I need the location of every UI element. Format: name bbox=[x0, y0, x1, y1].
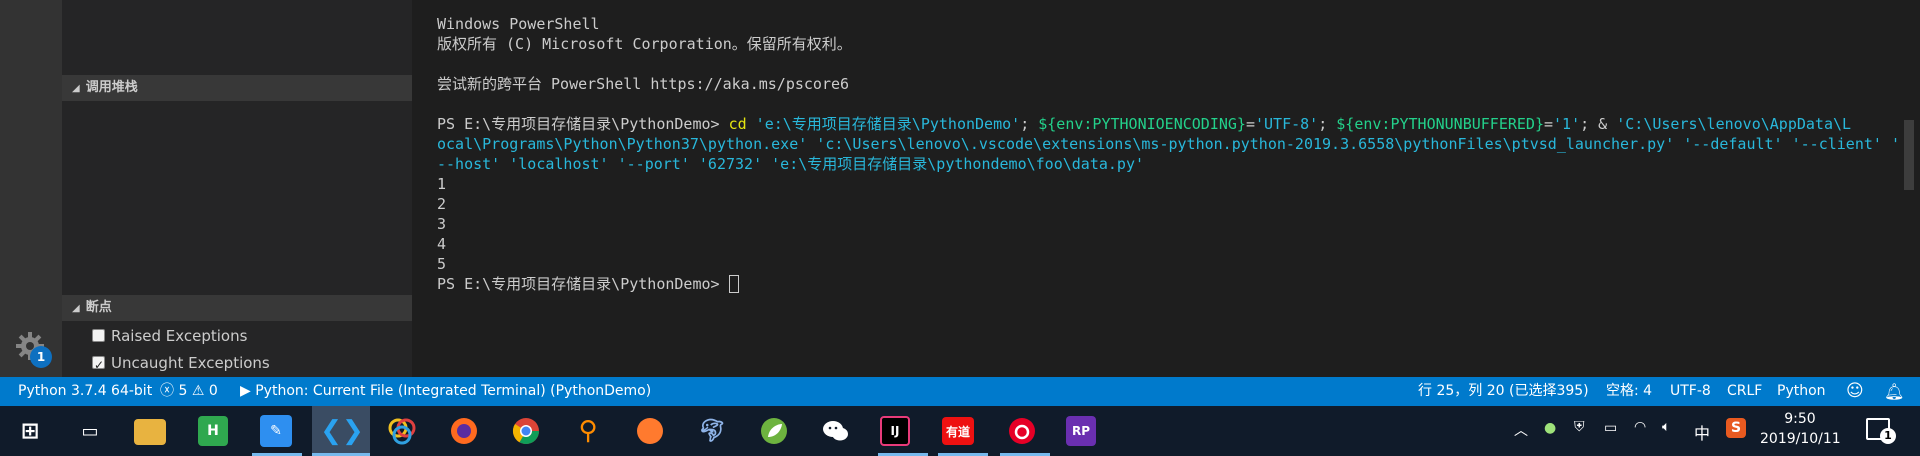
breakpoints-title: 断点 bbox=[85, 300, 112, 315]
cmd-cd: cd bbox=[728, 115, 747, 133]
breakpoints-header[interactable]: ◢ 断点 bbox=[62, 295, 412, 321]
terminal-line: Windows PowerShell bbox=[437, 15, 600, 33]
chevron-down-icon: ◢ bbox=[72, 303, 80, 314]
cmd-env-var: ${env:PYTHONUNBUFFERED} bbox=[1336, 115, 1544, 133]
run-config-label: Python: Current File (Integrated Termina… bbox=[255, 383, 652, 399]
cmd-sep: ; & bbox=[1580, 115, 1617, 133]
terminal-output: 4 bbox=[437, 235, 447, 253]
leaf-app-icon[interactable] bbox=[756, 413, 792, 449]
terminal-scrollbar[interactable] bbox=[1904, 120, 1914, 190]
breakpoint-uncaught-exceptions[interactable]: Uncaught Exceptions bbox=[92, 351, 270, 377]
terminal-line: 版权所有 (C) Microsoft Corporation。保留所有权利。 bbox=[437, 35, 852, 53]
settings-badge: 1 bbox=[30, 346, 52, 368]
indentation[interactable]: 空格: 4 bbox=[1606, 377, 1652, 406]
cmd-sep: ; bbox=[1020, 115, 1039, 133]
wifi-icon[interactable]: ◠ bbox=[1634, 419, 1646, 435]
youdao-icon[interactable]: 有道 bbox=[942, 417, 974, 445]
debug-run-config[interactable]: ▶ Python: Current File (Integrated Termi… bbox=[240, 377, 651, 406]
cmd-env-var: ${env:PYTHONIOENCODING} bbox=[1038, 115, 1246, 133]
vscode-icon[interactable]: ❮❯ bbox=[320, 413, 364, 449]
warning-count: 0 bbox=[208, 383, 218, 399]
raised-exceptions-checkbox[interactable] bbox=[92, 329, 105, 342]
color-app-icon[interactable] bbox=[384, 413, 420, 449]
notification-count-badge: 1 bbox=[1880, 428, 1896, 444]
terminal-output: 5 bbox=[437, 255, 447, 273]
pen-app-icon[interactable]: ✎ bbox=[260, 415, 292, 447]
cmd-exe-path: 'C:\Users\lenovo\AppData\L bbox=[1616, 115, 1852, 133]
security-shield-icon[interactable]: ⛨ bbox=[1574, 419, 1585, 435]
cursor-position[interactable]: 行 25，列 20 (已选择395) bbox=[1418, 377, 1589, 406]
volume-icon[interactable]: 🔈︎ bbox=[1662, 419, 1670, 435]
terminal-prompt: PS E:\专用项目存储目录\PythonDemo> bbox=[437, 115, 729, 133]
cmd-arg: 'c:\Users\lenovo\.vscode\extensions\ms-p… bbox=[807, 135, 1675, 153]
tray-chevron-up-icon[interactable]: ︿ bbox=[1514, 420, 1528, 440]
chrome-icon[interactable] bbox=[508, 413, 544, 449]
windows-taskbar: ⊞ ▭ H ✎ ❮❯ ⚲ 🐬︎ IJ 有道 RP ︿ ● ⛨ ▭ ◠ 🔈︎ 中 … bbox=[0, 406, 1920, 456]
end-of-line[interactable]: CRLF bbox=[1727, 377, 1762, 406]
play-icon: ▶ bbox=[240, 383, 251, 399]
cmd-value: 'UTF-8' bbox=[1255, 115, 1319, 133]
debug-sidebar: ◢ 调用堆栈 ◢ 断点 Raised Exceptions Uncaught Exc… bbox=[62, 0, 412, 377]
call-stack-header[interactable]: ◢ 调用堆栈 bbox=[62, 75, 412, 101]
python-interpreter[interactable]: Python 3.7.4 64-bit bbox=[18, 377, 152, 406]
cmd-arg: --host' 'localhost' '--port' '62732' 'e:… bbox=[437, 155, 1145, 173]
wechat-tray-icon[interactable]: ● bbox=[1544, 420, 1556, 436]
hbuilder-icon[interactable]: H bbox=[198, 416, 228, 446]
cmd-sep: ; bbox=[1318, 115, 1337, 133]
ime-indicator[interactable]: 中 bbox=[1694, 420, 1710, 444]
cmd-eq: = bbox=[1544, 115, 1554, 133]
breakpoint-label: Uncaught Exceptions bbox=[111, 354, 270, 372]
breakpoint-label: Raised Exceptions bbox=[111, 327, 248, 345]
feedback-smiley-icon[interactable]: ☺ bbox=[1846, 377, 1864, 406]
terminal-output: 1 bbox=[437, 175, 447, 193]
breakpoint-raised-exceptions[interactable]: Raised Exceptions bbox=[92, 324, 247, 348]
terminal-command-line: --host' 'localhost' '--port' '62732' 'e:… bbox=[437, 154, 1920, 174]
integrated-terminal[interactable]: Windows PowerShell 版权所有 (C) Microsoft Co… bbox=[412, 0, 1920, 377]
axure-icon[interactable]: RP bbox=[1066, 416, 1096, 446]
uncaught-exceptions-checkbox[interactable] bbox=[92, 353, 105, 377]
system-clock[interactable]: 9:50 2019/10/11 bbox=[1760, 409, 1841, 449]
firefox-icon[interactable] bbox=[446, 413, 482, 449]
cmd-path: 'e:\专用项目存储目录\PythonDemo' bbox=[746, 115, 1021, 133]
cmd-arg: '--default' '--client' ' bbox=[1674, 135, 1900, 153]
cmd-exe-path: ocal\Programs\Python\Python37\python.exe… bbox=[437, 135, 808, 153]
safari-icon[interactable] bbox=[632, 413, 668, 449]
dolphin-icon[interactable]: 🐬︎ bbox=[694, 413, 730, 449]
call-stack-title: 调用堆栈 bbox=[85, 80, 138, 95]
chevron-down-icon: ◢ bbox=[72, 83, 80, 94]
cmd-eq: = bbox=[1245, 115, 1255, 133]
start-icon[interactable]: ⊞ bbox=[12, 413, 48, 449]
netease-music-icon[interactable] bbox=[1004, 413, 1040, 449]
error-icon: ⓧ bbox=[160, 383, 174, 399]
cmd-value: '1' bbox=[1553, 115, 1581, 133]
file-encoding[interactable]: UTF-8 bbox=[1670, 377, 1711, 406]
status-bar: Python 3.7.4 64-bit ⓧ 5 ⚠ 0 ▶ Python: Cu… bbox=[0, 377, 1920, 406]
task-view-icon[interactable]: ▭ bbox=[72, 413, 108, 449]
file-explorer-icon[interactable] bbox=[134, 419, 166, 445]
warning-icon: ⚠ bbox=[191, 383, 205, 399]
terminal-prompt: PS E:\专用项目存储目录\PythonDemo> bbox=[437, 275, 729, 293]
terminal-prompt-line: PS E:\专用项目存储目录\PythonDemo> bbox=[437, 274, 1920, 294]
wechat-icon[interactable] bbox=[818, 413, 854, 449]
clock-date: 2019/10/11 bbox=[1760, 431, 1841, 447]
activity-bar: 1 bbox=[0, 0, 62, 377]
terminal-cursor bbox=[728, 275, 739, 293]
clock-time: 9:50 bbox=[1784, 411, 1816, 427]
battery-icon[interactable]: ▭ bbox=[1604, 420, 1617, 436]
terminal-line: 尝试新的跨平台 PowerShell https://aka.ms/pscore… bbox=[437, 75, 850, 93]
terminal-command-line: PS E:\专用项目存储目录\PythonDemo> cd 'e:\专用项目存储… bbox=[437, 114, 1920, 134]
language-mode[interactable]: Python bbox=[1777, 377, 1826, 406]
terminal-output: 3 bbox=[437, 215, 447, 233]
terminal-output: 2 bbox=[437, 195, 447, 213]
search-app-icon[interactable]: ⚲ bbox=[570, 413, 606, 449]
notification-bell-icon[interactable]: 🔔︎ bbox=[1884, 377, 1904, 406]
terminal-command-line: ocal\Programs\Python\Python37\python.exe… bbox=[437, 134, 1920, 154]
problems-indicator[interactable]: ⓧ 5 ⚠ 0 bbox=[160, 377, 218, 406]
intellij-icon[interactable]: IJ bbox=[880, 416, 910, 446]
sogou-ime-icon[interactable]: S bbox=[1726, 418, 1746, 438]
error-count: 5 bbox=[178, 383, 188, 399]
